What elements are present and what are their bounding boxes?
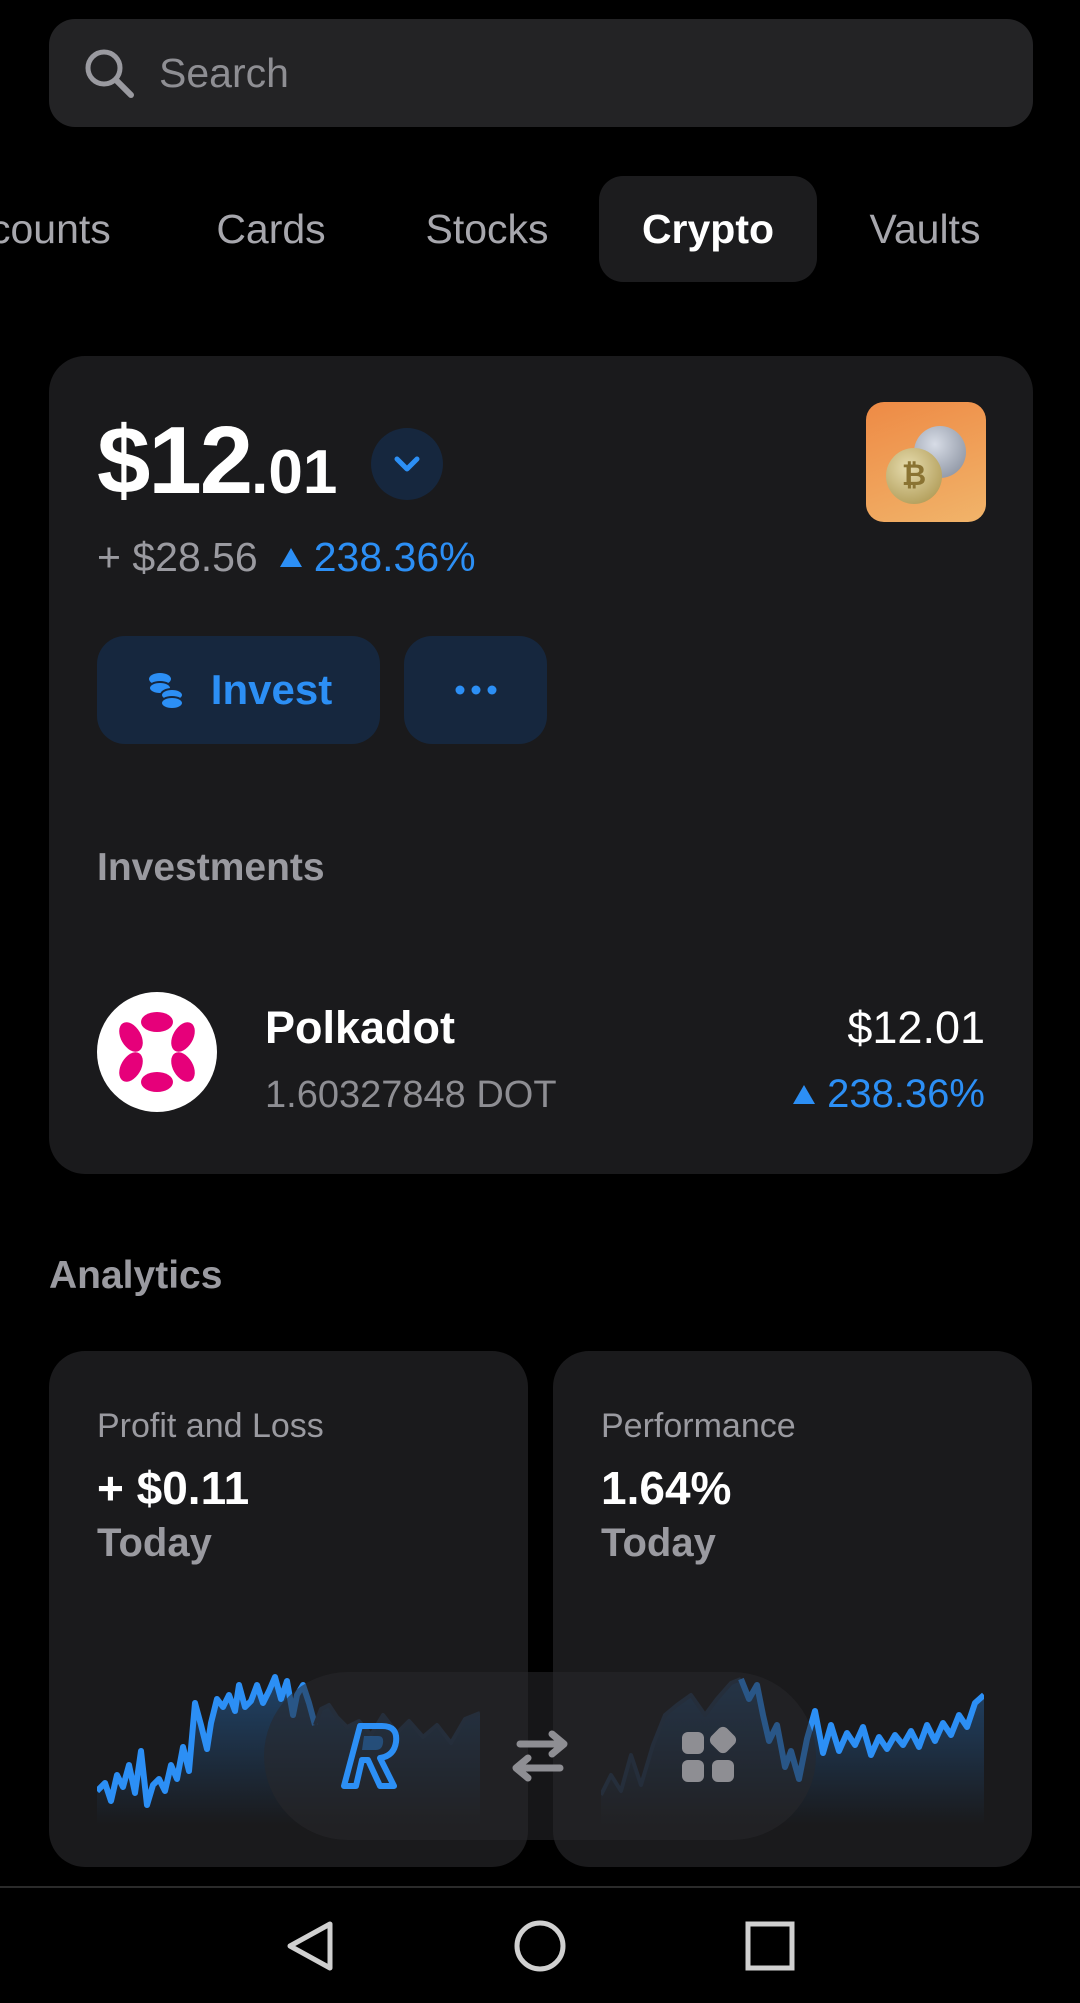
balance-change-percent: 238.36% (313, 534, 476, 580)
search-placeholder[interactable]: Search (159, 50, 289, 97)
apps-grid-icon[interactable] (658, 1706, 758, 1806)
chevron-down-icon (394, 456, 420, 472)
investment-quantity: 1.60327848 DOT (265, 1074, 557, 1116)
profit-loss-period: Today (97, 1521, 212, 1565)
polkadot-icon (97, 992, 217, 1112)
bottom-navigation (264, 1672, 816, 1840)
performance-period: Today (601, 1521, 716, 1565)
crypto-coins-icon[interactable]: ₿ (866, 402, 986, 522)
transfer-icon[interactable] (490, 1706, 590, 1806)
crypto-balance-card: $12 .01 + $28.56 238.36% ₿ Invest Invest… (49, 356, 1033, 1174)
balance-change-percent-wrap: 238.36% (268, 534, 476, 581)
balance-decimals: .01 (251, 438, 338, 507)
balance-dropdown-button[interactable] (371, 428, 443, 500)
more-options-button[interactable] (404, 636, 547, 744)
bitcoin-coin-icon: ₿ (886, 448, 942, 504)
tab-cards[interactable]: Cards (196, 176, 346, 282)
search-bar[interactable]: Search (49, 19, 1033, 127)
investment-change: 238.36% (781, 1072, 985, 1117)
more-dots-icon (455, 685, 496, 695)
profit-loss-title: Profit and Loss (97, 1407, 324, 1445)
invest-button[interactable]: Invest (97, 636, 380, 744)
investment-name: Polkadot (265, 1002, 456, 1053)
investment-row-polkadot[interactable]: Polkadot 1.60327848 DOT $12.01 238.36% (97, 992, 985, 1117)
tab-vaults[interactable]: Vaults (853, 176, 997, 282)
balance-amount: $12 .01 (97, 406, 337, 516)
tab-accounts[interactable]: counts (0, 176, 130, 282)
up-arrow-icon (793, 1085, 816, 1104)
revolut-home-icon[interactable] (322, 1706, 422, 1806)
system-navigation-bar (0, 1886, 1080, 2003)
home-icon[interactable] (504, 1910, 576, 1982)
up-arrow-icon (279, 548, 302, 567)
search-icon (79, 43, 139, 103)
performance-title: Performance (601, 1407, 796, 1445)
balance-change: + $28.56 238.36% (97, 534, 476, 581)
tab-stocks[interactable]: Stocks (408, 176, 566, 282)
investment-change-percent: 238.36% (827, 1072, 985, 1116)
balance-change-amount: + $28.56 (97, 534, 258, 580)
balance-main: $12 (97, 407, 253, 514)
tab-crypto[interactable]: Crypto (599, 176, 817, 282)
category-tabs: counts Cards Stocks Crypto Vaults (0, 176, 1080, 282)
performance-value: 1.64% (601, 1462, 732, 1514)
invest-button-label: Invest (210, 666, 333, 713)
coins-stack-icon (145, 669, 187, 711)
profit-loss-value: + $0.11 (97, 1462, 250, 1514)
investment-value: $12.01 (847, 1002, 985, 1053)
recents-icon[interactable] (734, 1910, 806, 1982)
analytics-heading: Analytics (49, 1254, 223, 1297)
back-icon[interactable] (274, 1910, 346, 1982)
investments-heading: Investments (97, 846, 325, 889)
